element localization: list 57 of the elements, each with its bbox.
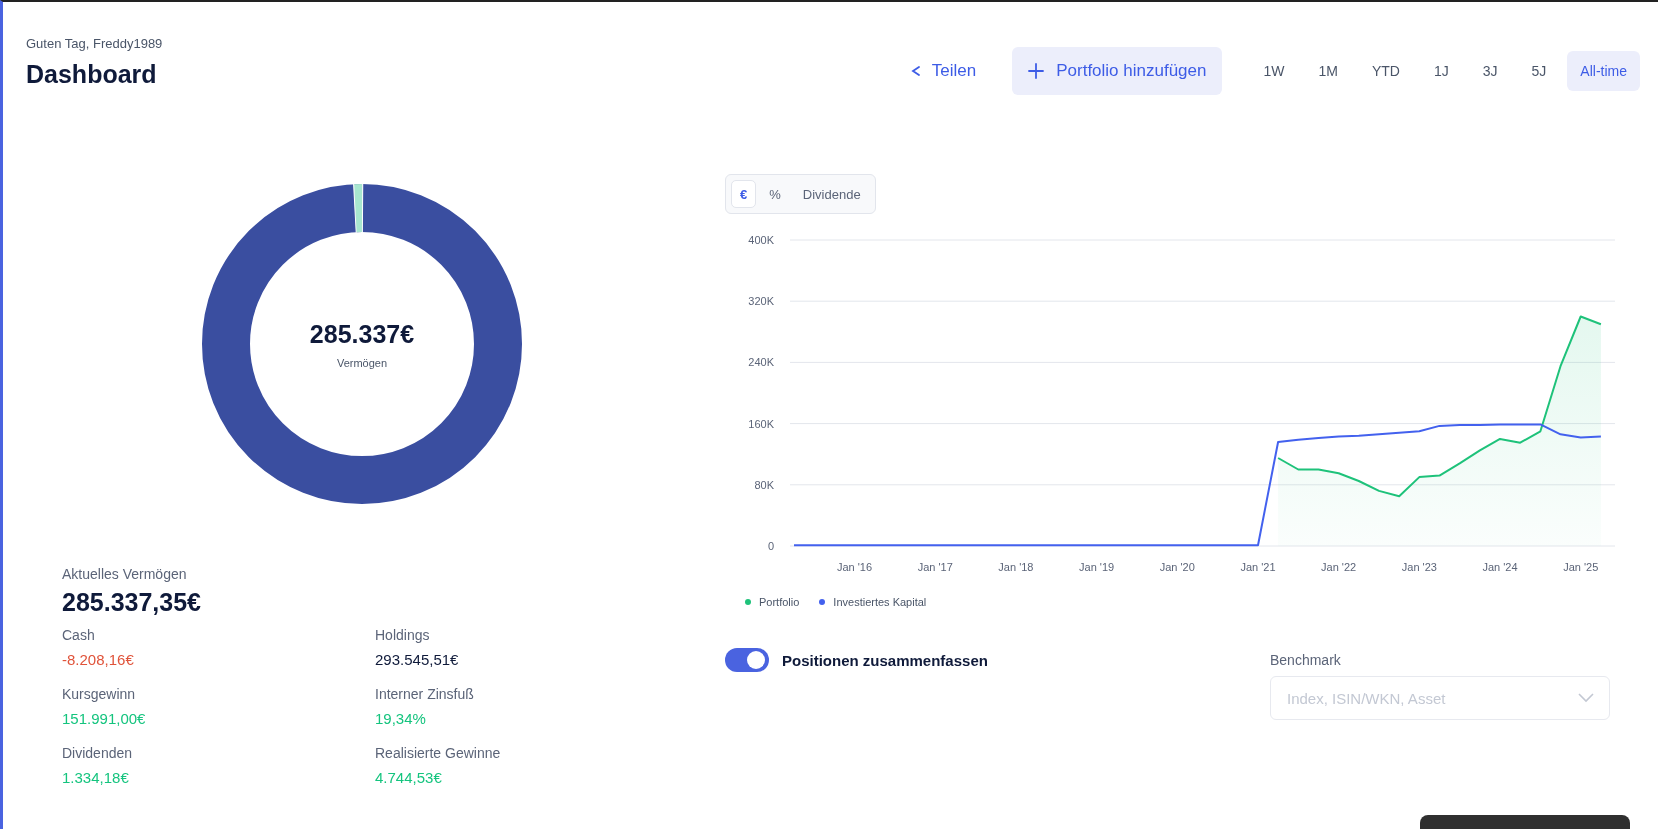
stat-label: Cash <box>62 627 96 643</box>
stat-label: Interner Zinsfuß <box>375 686 475 702</box>
x-axis-label: Jan '21 <box>1240 561 1276 573</box>
stat-value: 151.991,00€ <box>62 710 147 727</box>
stat-label: Kursgewinn <box>62 686 137 702</box>
x-axis-label: Jan '22 <box>1321 561 1357 573</box>
x-axis-label: Jan '20 <box>1159 561 1195 573</box>
benchmark-label: Benchmark <box>1270 652 1342 668</box>
y-axis-label: 240K <box>748 356 774 369</box>
x-axis-label: Jan '24 <box>1482 561 1518 573</box>
y-axis-label: 0 <box>767 540 774 552</box>
range-tab[interactable]: 1M <box>1305 51 1351 91</box>
toggle-switch[interactable] <box>725 648 769 672</box>
chart-mode-tab[interactable]: Dividende <box>793 180 870 208</box>
chevron-down-icon <box>1578 693 1594 703</box>
chart-mode-tab[interactable]: % <box>760 180 790 208</box>
range-tab[interactable]: 1W <box>1250 51 1298 91</box>
legend-label: Investiertes Kapital <box>833 596 927 608</box>
x-axis-label: Jan '25 <box>1563 561 1599 573</box>
legend-dot <box>819 599 826 605</box>
toggle-label: Positionen zusammenfassen <box>782 651 988 669</box>
stat-label: Aktuelles Vermögen <box>62 566 188 582</box>
x-axis-label: Jan '23 <box>1401 561 1437 573</box>
range-tab[interactable]: 1J <box>1420 51 1462 91</box>
stat-label: Dividenden <box>62 745 134 761</box>
add-portfolio-button[interactable]: Portfolio hinzufügen <box>1012 47 1223 95</box>
y-axis-label: 320K <box>748 295 774 308</box>
stat-value: 1.334,18€ <box>62 769 130 786</box>
stat-value: 4.744,53€ <box>375 769 443 786</box>
stat-value: -8.208,16€ <box>62 651 135 668</box>
range-tab[interactable]: YTD <box>1358 51 1413 91</box>
x-axis-label: Jan '18 <box>998 561 1034 573</box>
donut-value: 285.337€ <box>309 319 415 349</box>
legend-dot <box>745 599 751 605</box>
plus-icon <box>1028 63 1045 79</box>
x-axis-label: Jan '19 <box>1079 561 1115 573</box>
stat-label: Realisierte Gewinne <box>375 745 502 761</box>
page-title: Dashboard <box>26 60 158 89</box>
y-axis-label: 400K <box>748 234 774 246</box>
range-tab[interactable]: 5J <box>1518 51 1560 91</box>
stat-label: Holdings <box>375 627 431 643</box>
greeting-text: Guten Tag, Freddy1989 <box>26 36 163 51</box>
chart-mode-tab[interactable]: € <box>731 180 757 208</box>
stat-value: 293.545,51€ <box>375 651 460 668</box>
donut-label: Vermögen <box>336 356 388 369</box>
x-axis-label: Jan '16 <box>837 561 873 573</box>
y-axis-label: 160K <box>748 417 774 430</box>
range-tab[interactable]: 3J <box>1469 51 1511 91</box>
range-tab[interactable]: All-time <box>1567 51 1640 91</box>
total-value: 285.337,35€ <box>62 588 203 617</box>
x-axis-label: Jan '17 <box>917 561 953 573</box>
stat-value: 19,34% <box>375 710 427 727</box>
benchmark-field[interactable]: Index, ISIN/WKN, Asset <box>1270 676 1610 720</box>
legend-label: Portfolio <box>759 596 800 608</box>
y-axis-label: 80K <box>754 478 774 491</box>
share-icon <box>909 65 922 77</box>
share-button[interactable]: Teilen <box>893 49 993 93</box>
